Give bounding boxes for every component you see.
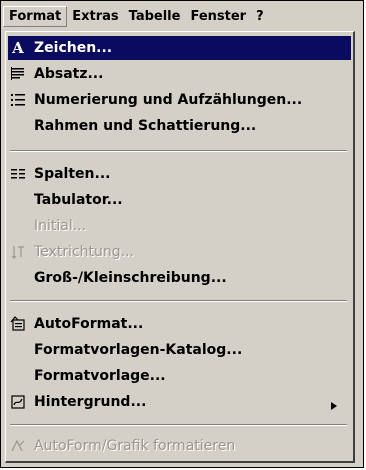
columns-icon — [10, 166, 26, 182]
menubar-help[interactable]: ? — [251, 9, 269, 24]
menu-item-autoformat[interactable]: AutoFormat... — [8, 312, 351, 336]
menu-separator — [10, 300, 347, 302]
background-icon — [10, 394, 26, 410]
numbered-list-icon — [10, 92, 26, 108]
menu-item-label: Rahmen und Schattierung... — [34, 118, 257, 134]
autoshape-format-icon — [10, 438, 26, 454]
menu-item-numerierung[interactable]: Numerierung und Aufzählungen... — [8, 88, 351, 112]
menu-item-autoform-grafik: AutoForm/Grafik formatieren — [8, 434, 351, 458]
menu-item-spalten[interactable]: Spalten... — [8, 162, 351, 186]
menu-item-tabulator[interactable]: Tabulator... — [8, 188, 351, 212]
menu-item-textrichtung: Textrichtung... — [8, 240, 351, 264]
menu-bar: Format Extras Tabelle Fenster ? — [1, 1, 363, 31]
menu-item-initial: Initial... — [8, 214, 351, 238]
menu-item-hintergrund[interactable]: Hintergrund... — [8, 390, 351, 414]
menu-item-label: AutoForm/Grafik formatieren — [34, 438, 236, 454]
menu-item-formatvorlagen-katalog[interactable]: Formatvorlagen-Katalog... — [8, 338, 351, 362]
menu-item-label: Groß-/Kleinschreibung... — [34, 270, 227, 286]
menu-item-label: Formatvorlagen-Katalog... — [34, 342, 243, 358]
menu-item-label: Numerierung und Aufzählungen... — [34, 92, 303, 108]
menu-item-label: Tabulator... — [34, 192, 123, 208]
autoformat-icon — [10, 316, 26, 332]
menubar-tabelle[interactable]: Tabelle — [124, 9, 186, 24]
menubar-format[interactable]: Format — [3, 5, 68, 27]
menu-item-label: Formatvorlage... — [34, 368, 166, 384]
menubar-fenster[interactable]: Fenster — [185, 9, 251, 24]
menu-separator — [10, 150, 347, 152]
menu-item-label: Spalten... — [34, 166, 111, 182]
menu-item-label: Initial... — [34, 218, 87, 234]
menu-item-gross-klein[interactable]: Groß-/Kleinschreibung... — [8, 266, 351, 290]
paragraph-icon — [10, 66, 26, 82]
menu-separator — [10, 424, 347, 426]
menu-item-formatvorlage[interactable]: Formatvorlage... — [8, 364, 351, 388]
menubar-extras[interactable]: Extras — [67, 9, 123, 24]
format-dropdown-menu: A Zeichen... Absatz... Numerierung und A… — [5, 31, 355, 463]
character-a-icon: A — [12, 39, 24, 57]
submenu-arrow-icon — [331, 398, 337, 414]
menu-item-label: Zeichen... — [34, 40, 113, 56]
menu-item-label: Hintergrund... — [34, 394, 147, 410]
menu-item-label: AutoFormat... — [34, 316, 144, 332]
menu-item-absatz[interactable]: Absatz... — [8, 62, 351, 86]
menu-item-label: Absatz... — [34, 66, 104, 82]
menu-item-label: Textrichtung... — [34, 244, 135, 260]
menu-item-zeichen[interactable]: A Zeichen... — [8, 36, 351, 60]
app-window: Format Extras Tabelle Fenster ? A Zeiche… — [0, 0, 364, 468]
text-direction-icon — [10, 244, 26, 260]
menu-item-rahmen[interactable]: Rahmen und Schattierung... — [8, 114, 351, 138]
